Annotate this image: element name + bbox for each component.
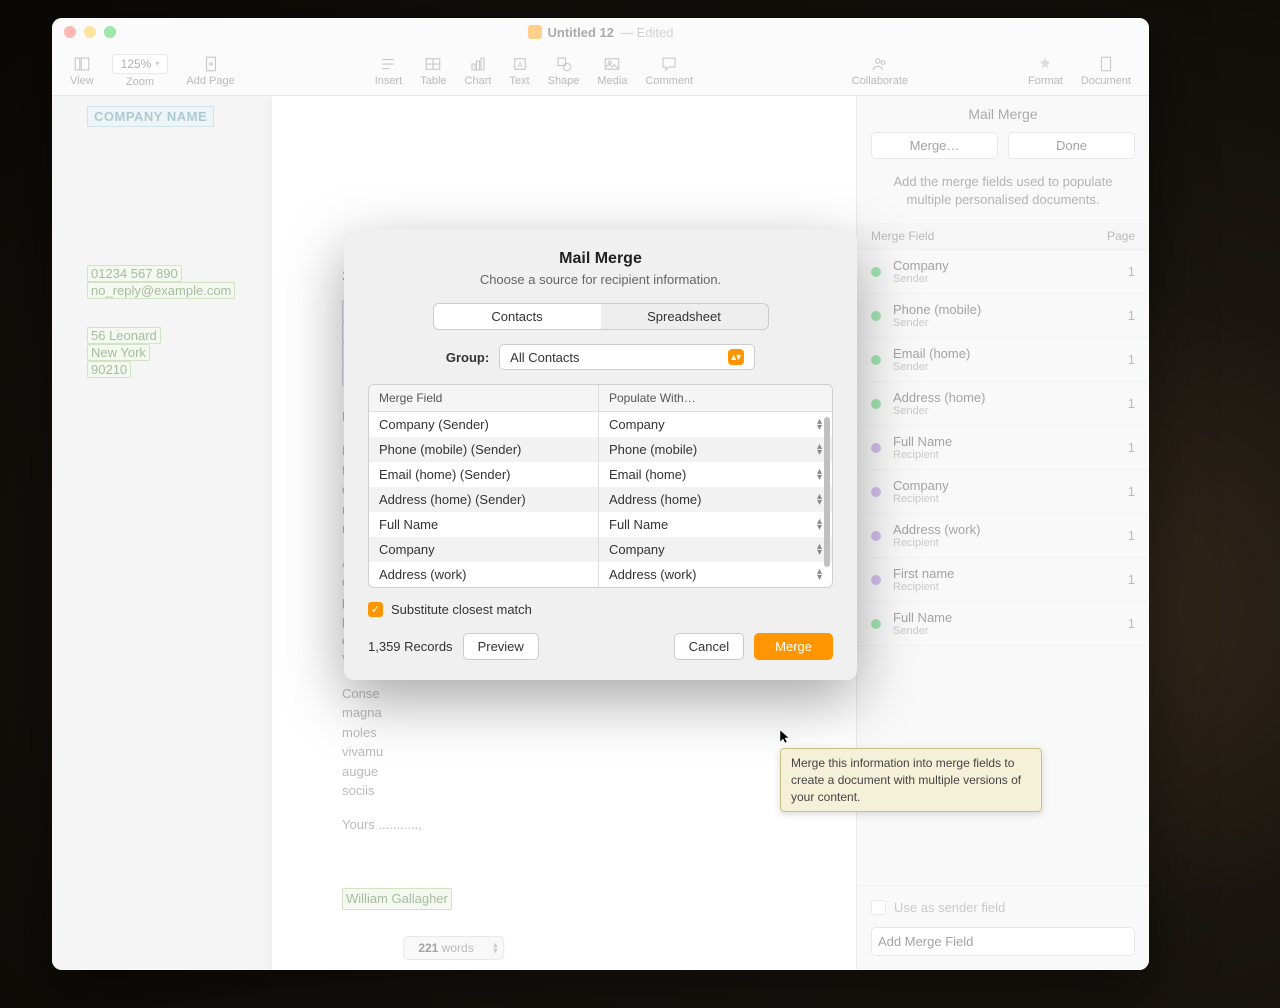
toolbar: View 125%▾Zoom Add Page Insert Table Cha… — [52, 46, 1149, 96]
tb-chart[interactable]: Chart — [457, 55, 500, 87]
updown-icon: ▴▾ — [817, 494, 822, 506]
substitute-checkbox[interactable]: ✓ Substitute closest match — [368, 602, 833, 617]
tb-text[interactable]: AText — [501, 55, 537, 87]
seg-spreadsheet[interactable]: Spreadsheet — [601, 304, 768, 329]
field-dot-icon — [871, 443, 881, 453]
mf-company-header[interactable]: COMPANY NAME — [87, 106, 214, 127]
tb-collaborate[interactable]: Collaborate — [844, 55, 916, 87]
checkbox-checked-icon: ✓ — [368, 602, 383, 617]
field-dot-icon — [871, 267, 881, 277]
sidebar-merge-button[interactable]: Merge… — [871, 132, 998, 159]
use-as-sender-checkbox[interactable]: Use as sender field — [871, 900, 1135, 915]
col-page: Page — [1107, 229, 1135, 243]
svg-text:A: A — [517, 60, 522, 69]
col-merge-field: Merge Field — [871, 229, 934, 243]
updown-icon: ▴▾ — [817, 419, 822, 431]
sidebar-done-button[interactable]: Done — [1008, 132, 1135, 159]
updown-icon: ▴▾ — [817, 519, 822, 531]
tb-zoom[interactable]: 125%▾Zoom — [104, 54, 177, 88]
tb-add-page[interactable]: Add Page — [178, 55, 242, 87]
add-merge-field-button[interactable]: Add Merge Field — [871, 927, 1135, 956]
updown-icon: ▴▾ — [817, 544, 822, 556]
scrollbar[interactable] — [824, 417, 830, 567]
field-dot-icon — [871, 619, 881, 629]
tb-view[interactable]: View — [62, 55, 102, 87]
sidebar-field-row[interactable]: Address (work)Recipient 1 — [857, 514, 1149, 558]
field-dot-icon — [871, 575, 881, 585]
tb-shape[interactable]: Shape — [540, 55, 588, 87]
merge-button[interactable]: Merge — [754, 633, 833, 660]
titlebar: Untitled 12 — Edited — [52, 18, 1149, 46]
field-dot-icon — [871, 311, 881, 321]
sidebar-field-row[interactable]: CompanySender 1 — [857, 250, 1149, 294]
field-dot-icon — [871, 399, 881, 409]
mapping-row[interactable]: Company Company▴▾ — [369, 537, 832, 562]
mapping-row[interactable]: Phone (mobile) (Sender) Phone (mobile)▴▾ — [369, 437, 832, 462]
dialog-subtitle: Choose a source for recipient informatio… — [368, 272, 833, 287]
sidebar-field-row[interactable]: Email (home)Sender 1 — [857, 338, 1149, 382]
cancel-button[interactable]: Cancel — [674, 633, 744, 660]
mf-addr2[interactable]: New York — [87, 344, 150, 361]
maximize-window[interactable] — [104, 26, 116, 38]
sidebar-title: Mail Merge — [857, 96, 1149, 132]
group-label: Group: — [446, 350, 489, 365]
word-count[interactable]: 221 words ▴▾ — [403, 936, 504, 960]
field-dot-icon — [871, 487, 881, 497]
group-select[interactable]: All Contacts ▴▾ — [499, 344, 755, 370]
mail-merge-sidebar: Mail Merge Merge… Done Add the merge fie… — [856, 96, 1149, 970]
mf-addr3[interactable]: 90210 — [87, 361, 131, 378]
tb-media[interactable]: Media — [589, 55, 635, 87]
record-count: 1,359 Records — [368, 639, 453, 654]
mapping-row[interactable]: Email (home) (Sender) Email (home)▴▾ — [369, 462, 832, 487]
dialog-title: Mail Merge — [368, 250, 833, 268]
updown-icon: ▴▾ — [817, 469, 822, 481]
mapping-row[interactable]: Company (Sender) Company▴▾ — [369, 412, 832, 437]
stepper-icon: ▴▾ — [493, 942, 498, 955]
sidebar-field-row[interactable]: CompanyRecipient 1 — [857, 470, 1149, 514]
tb-document[interactable]: Document — [1073, 55, 1139, 87]
field-dot-icon — [871, 531, 881, 541]
select-arrows-icon: ▴▾ — [728, 349, 744, 365]
seg-contacts[interactable]: Contacts — [434, 304, 601, 329]
sidebar-field-row[interactable]: Full NameSender 1 — [857, 602, 1149, 646]
merge-tooltip: Merge this information into merge fields… — [780, 748, 1042, 812]
window-title: Untitled 12 — [548, 25, 614, 40]
mail-merge-dialog: Mail Merge Choose a source for recipient… — [344, 230, 857, 680]
doc-icon — [528, 25, 542, 39]
source-segmented-control: Contacts Spreadsheet — [433, 303, 769, 330]
updown-icon: ▴▾ — [817, 444, 822, 456]
minimize-window[interactable] — [84, 26, 96, 38]
updown-icon: ▴▾ — [817, 569, 822, 581]
mf-signature[interactable]: William Gallagher — [342, 888, 452, 910]
edited-label: — Edited — [620, 25, 673, 40]
sidebar-field-row[interactable]: Phone (mobile)Sender 1 — [857, 294, 1149, 338]
field-dot-icon — [871, 355, 881, 365]
mf-phone[interactable]: 01234 567 890 — [87, 265, 182, 282]
mapping-row[interactable]: Full Name Full Name▴▾ — [369, 512, 832, 537]
field-mapping-table: Merge Field Populate With… Company (Send… — [368, 384, 833, 588]
sidebar-field-row[interactable]: First nameRecipient 1 — [857, 558, 1149, 602]
mapping-row[interactable]: Address (home) (Sender) Address (home)▴▾ — [369, 487, 832, 512]
tb-table[interactable]: Table — [412, 55, 454, 87]
mapping-row[interactable]: Address (work) Address (work)▴▾ — [369, 562, 832, 587]
close-window[interactable] — [64, 26, 76, 38]
th-populate-with: Populate With… — [599, 385, 832, 411]
checkbox-icon — [871, 900, 886, 915]
tb-insert[interactable]: Insert — [367, 55, 411, 87]
cursor-icon — [778, 728, 794, 744]
mf-addr1[interactable]: 56 Leonard — [87, 327, 161, 344]
mf-email[interactable]: no_reply@example.com — [87, 282, 235, 299]
tb-format[interactable]: Format — [1020, 55, 1071, 87]
sidebar-help-text: Add the merge fields used to populate mu… — [857, 173, 1149, 223]
sidebar-field-row[interactable]: Full NameRecipient 1 — [857, 426, 1149, 470]
sidebar-field-row[interactable]: Address (home)Sender 1 — [857, 382, 1149, 426]
th-merge-field: Merge Field — [369, 385, 599, 411]
preview-button[interactable]: Preview — [463, 633, 539, 660]
tb-comment[interactable]: Comment — [637, 55, 701, 87]
